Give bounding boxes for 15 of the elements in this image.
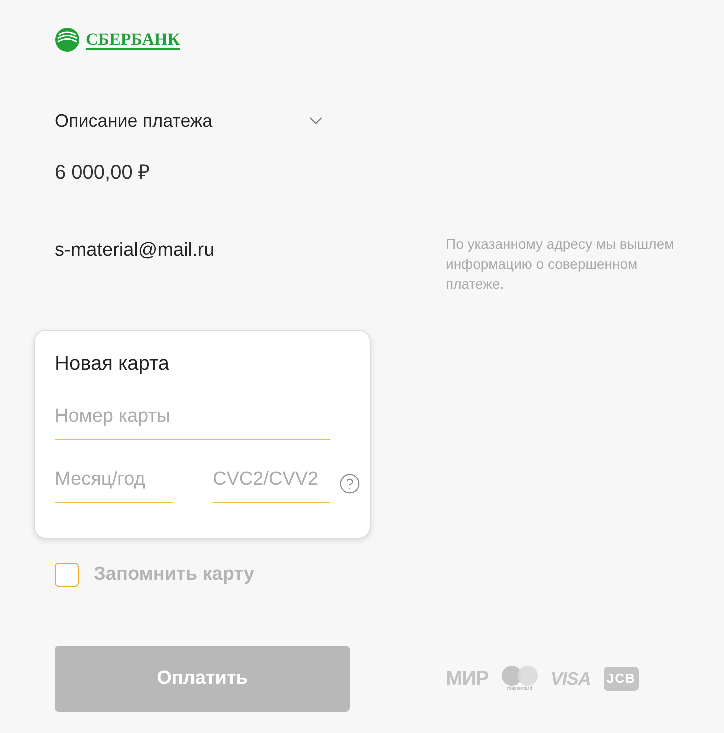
logo-icon (55, 28, 80, 52)
checkbox[interactable] (55, 563, 79, 587)
payment-logo: JCB (604, 667, 639, 691)
email-hint: По указанному адресу мы вышлем информацию о совершенном платеже. (446, 235, 676, 294)
help-icon[interactable] (339, 473, 361, 495)
checkbox-label: Запомнить карту (94, 563, 255, 587)
description-toggle[interactable]: Описание платежа (55, 109, 327, 133)
brand-logo-text: СБЕРБАНК (86, 29, 180, 51)
email-text: s-material@mail.ru (55, 239, 216, 263)
input-field[interactable]: Номер карты (55, 401, 330, 440)
input-field[interactable]: CVC2/CVV2 (213, 464, 330, 503)
payment-amount: 6 000,00 ₽ (55, 161, 150, 186)
card-form-title: Новая карта (55, 352, 170, 376)
input-field[interactable]: Месяц/год (55, 464, 173, 503)
overlapping-circles-icon (502, 666, 538, 686)
